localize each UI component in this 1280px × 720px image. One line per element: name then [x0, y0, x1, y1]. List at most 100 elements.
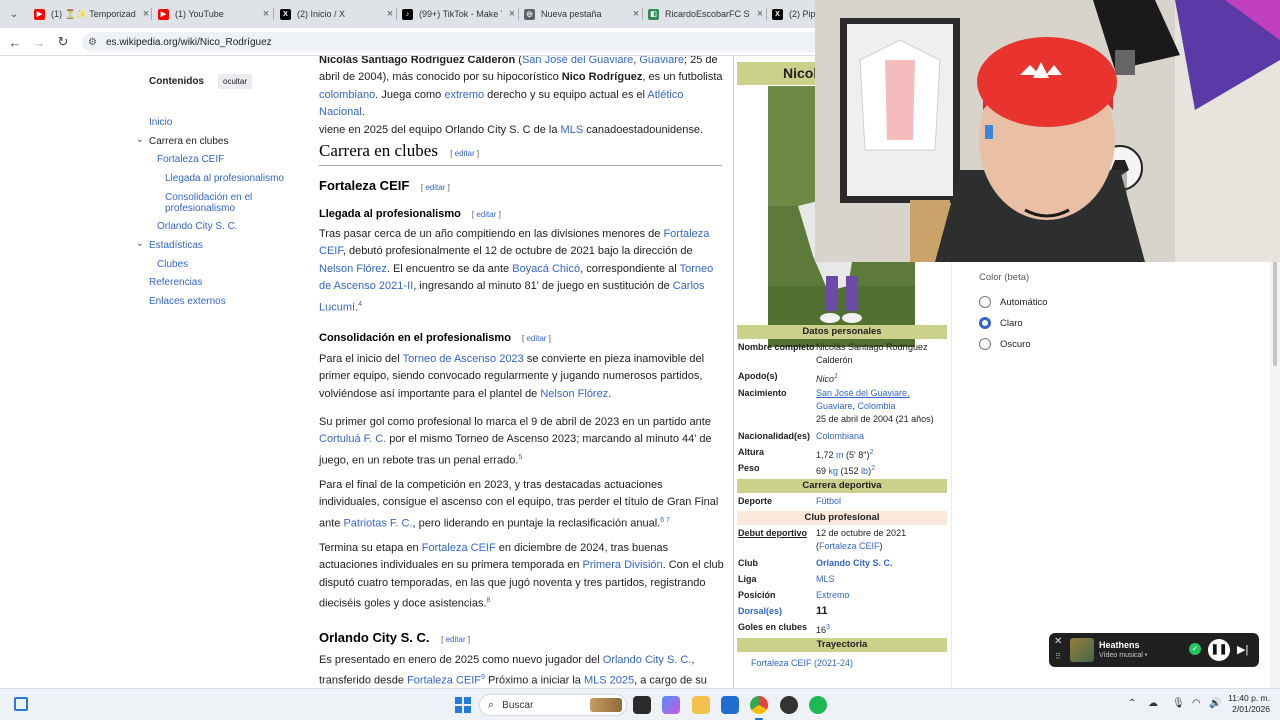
tab-pipe[interactable]: X (2) Pipe [766, 2, 816, 26]
toc-item-llegada[interactable]: Llegada al profesionalismo [165, 173, 284, 184]
close-tab-icon[interactable]: × [260, 8, 272, 20]
link-primera-division[interactable]: Primera División [583, 559, 663, 571]
obs-icon[interactable] [780, 696, 798, 714]
link-nelson-florez[interactable]: Nelson Flórez [319, 263, 387, 275]
microphone-icon[interactable]: 🎙 [1172, 698, 1185, 709]
toc-item-enlaces[interactable]: Enlaces externos [149, 296, 226, 307]
reference[interactable]: 8 [487, 597, 491, 604]
link-san-jose[interactable]: San José del Guaviare [522, 56, 633, 66]
link-dorsal[interactable]: Dorsal(es) [738, 605, 782, 618]
store-icon[interactable] [721, 696, 739, 714]
link-fortaleza[interactable]: Fortaleza CEIF [819, 541, 880, 551]
reference[interactable]: 2 [869, 449, 873, 456]
task-view-icon[interactable] [633, 696, 651, 714]
reference[interactable]: 2 [871, 465, 875, 472]
toc-item-estadisticas[interactable]: Estadísticas [149, 240, 203, 251]
next-track-icon[interactable]: ▶| [1237, 643, 1248, 656]
toc-item-consolidacion-cont[interactable]: profesionalismo [165, 203, 235, 214]
taskbar-search[interactable]: ⌕ Buscar [479, 694, 627, 716]
link-fortaleza[interactable]: Fortaleza CEIF [407, 675, 481, 687]
tab-tiktok[interactable]: ♪ (99+) TikTok - Make Yo × [396, 2, 518, 26]
reference[interactable]: 5 [518, 454, 522, 461]
collapse-chevron-icon[interactable]: ⌄ [136, 238, 144, 249]
link-fortaleza[interactable]: Fortaleza CEIF (2021-24) [751, 657, 881, 670]
link-patriotas[interactable]: Patriotas F. C. [343, 517, 412, 529]
windows-start-icon[interactable] [455, 697, 471, 713]
link-colombia[interactable]: Colombia [858, 401, 896, 411]
link-cortulua[interactable]: Cortuluá F. C. [319, 433, 386, 445]
toc-item-orlando[interactable]: Orlando City S. C. [157, 221, 238, 232]
radio-automatico[interactable]: Automático [979, 296, 1048, 308]
radio-selected-icon[interactable] [979, 317, 991, 329]
link-orlando-city[interactable]: Orlando City S. C. [816, 557, 946, 570]
reference[interactable]: 3 [826, 624, 830, 631]
edit-link[interactable]: editar [526, 334, 546, 343]
link-colombiana[interactable]: Colombiana [816, 430, 946, 443]
close-tab-icon[interactable]: × [754, 8, 766, 20]
chrome-icon[interactable] [750, 696, 768, 714]
link-lb[interactable]: lb [861, 466, 868, 476]
tab-ricardoescobar[interactable]: ◧ RicardoEscobarFC Stu × [642, 2, 766, 26]
link-metro[interactable]: m [836, 450, 844, 460]
tray-chevron-icon[interactable]: ⌃ [1128, 698, 1136, 709]
link-colombiano[interactable]: colombiano [319, 89, 375, 101]
radio-claro[interactable]: Claro [979, 317, 1023, 329]
reference[interactable]: 4 [358, 301, 362, 308]
link-fortaleza[interactable]: Fortaleza CEIF [422, 542, 496, 554]
collapse-chevron-icon[interactable]: ⌄ [136, 134, 144, 145]
edit-link[interactable]: editar [446, 635, 466, 644]
reference[interactable]: 1 [834, 373, 838, 380]
tab-temporizador[interactable]: ▶ (1) ⏳✨ Temporizador × [28, 2, 152, 26]
link-guaviare[interactable]: Guaviare [816, 401, 853, 411]
link-guaviare[interactable]: Guaviare [639, 56, 684, 66]
link-mls[interactable]: MLS [816, 573, 946, 586]
forward-arrow-icon[interactable]: → [31, 34, 47, 50]
close-tab-icon[interactable]: × [506, 8, 518, 20]
tab-search-chevron-icon[interactable]: ⌄ [4, 4, 24, 24]
spotify-icon[interactable] [809, 696, 827, 714]
toc-item-referencias[interactable]: Referencias [149, 277, 202, 288]
radio-circle-icon[interactable] [979, 296, 991, 308]
tab-nueva-pestana[interactable]: ◎ Nueva pestaña × [518, 2, 642, 26]
link-futbol[interactable]: Fútbol [816, 495, 946, 508]
drag-handle-icon[interactable]: ⠿ [1055, 652, 1061, 661]
widgets-icon[interactable] [14, 697, 28, 711]
radio-oscuro[interactable]: Oscuro [979, 338, 1031, 350]
address-bar[interactable]: ⚙ es.wikipedia.org/wiki/Nico_Rodríguez [82, 32, 822, 52]
tab-x-inicio[interactable]: X (2) Inicio / X × [274, 2, 396, 26]
link-mls-2025[interactable]: MLS 2025 [584, 675, 634, 687]
link-torneo-ascenso-2023[interactable]: Torneo de Ascenso 2023 [403, 353, 524, 365]
toc-item-clubes[interactable]: Clubes [157, 259, 188, 270]
volume-icon[interactable]: 🔊 [1209, 698, 1221, 709]
link-mls[interactable]: MLS [561, 124, 584, 136]
link-orlando-city[interactable]: Orlando City S. C. [603, 654, 692, 666]
link-boyaca-chico[interactable]: Boyacá Chicó [512, 263, 580, 275]
tab-youtube[interactable]: ▶ (1) YouTube × [152, 2, 272, 26]
link-san-jose[interactable]: San José del Guaviare, [816, 388, 910, 398]
toc-item-fortaleza[interactable]: Fortaleza CEIF [157, 154, 224, 165]
edit-link[interactable]: editar [425, 183, 445, 192]
link-extremo[interactable]: extremo [444, 89, 484, 101]
back-arrow-icon[interactable]: ← [7, 34, 23, 50]
close-tab-icon[interactable]: × [384, 8, 396, 20]
reference[interactable]: 6 7 [660, 517, 670, 524]
radio-circle-icon[interactable] [979, 338, 991, 350]
link-extremo[interactable]: Extremo [816, 589, 946, 602]
url-text[interactable]: es.wikipedia.org/wiki/Nico_Rodríguez [106, 37, 272, 48]
reload-icon[interactable]: ↻ [55, 34, 71, 50]
toc-item-consolidacion[interactable]: Consolidación en el [165, 192, 252, 203]
link-nelson-florez[interactable]: Nelson Flórez [540, 388, 608, 400]
file-explorer-icon[interactable] [692, 696, 710, 714]
cloud-icon[interactable]: ☁ [1148, 698, 1158, 709]
link-kg[interactable]: kg [829, 466, 839, 476]
edit-link[interactable]: editar [455, 149, 475, 158]
pause-button[interactable]: ❚❚ [1208, 639, 1230, 661]
toc-item-inicio[interactable]: Inicio [149, 117, 172, 128]
edit-link[interactable]: editar [476, 210, 496, 219]
copilot-icon[interactable] [662, 696, 680, 714]
system-clock[interactable]: 11:40 p. m. 2/01/2026 [1228, 693, 1270, 715]
close-icon[interactable]: ✕ [1054, 636, 1062, 647]
close-tab-icon[interactable]: × [630, 8, 642, 20]
toc-hide-button[interactable]: ocultar [218, 73, 253, 89]
wifi-icon[interactable]: ◠ [1192, 698, 1201, 709]
